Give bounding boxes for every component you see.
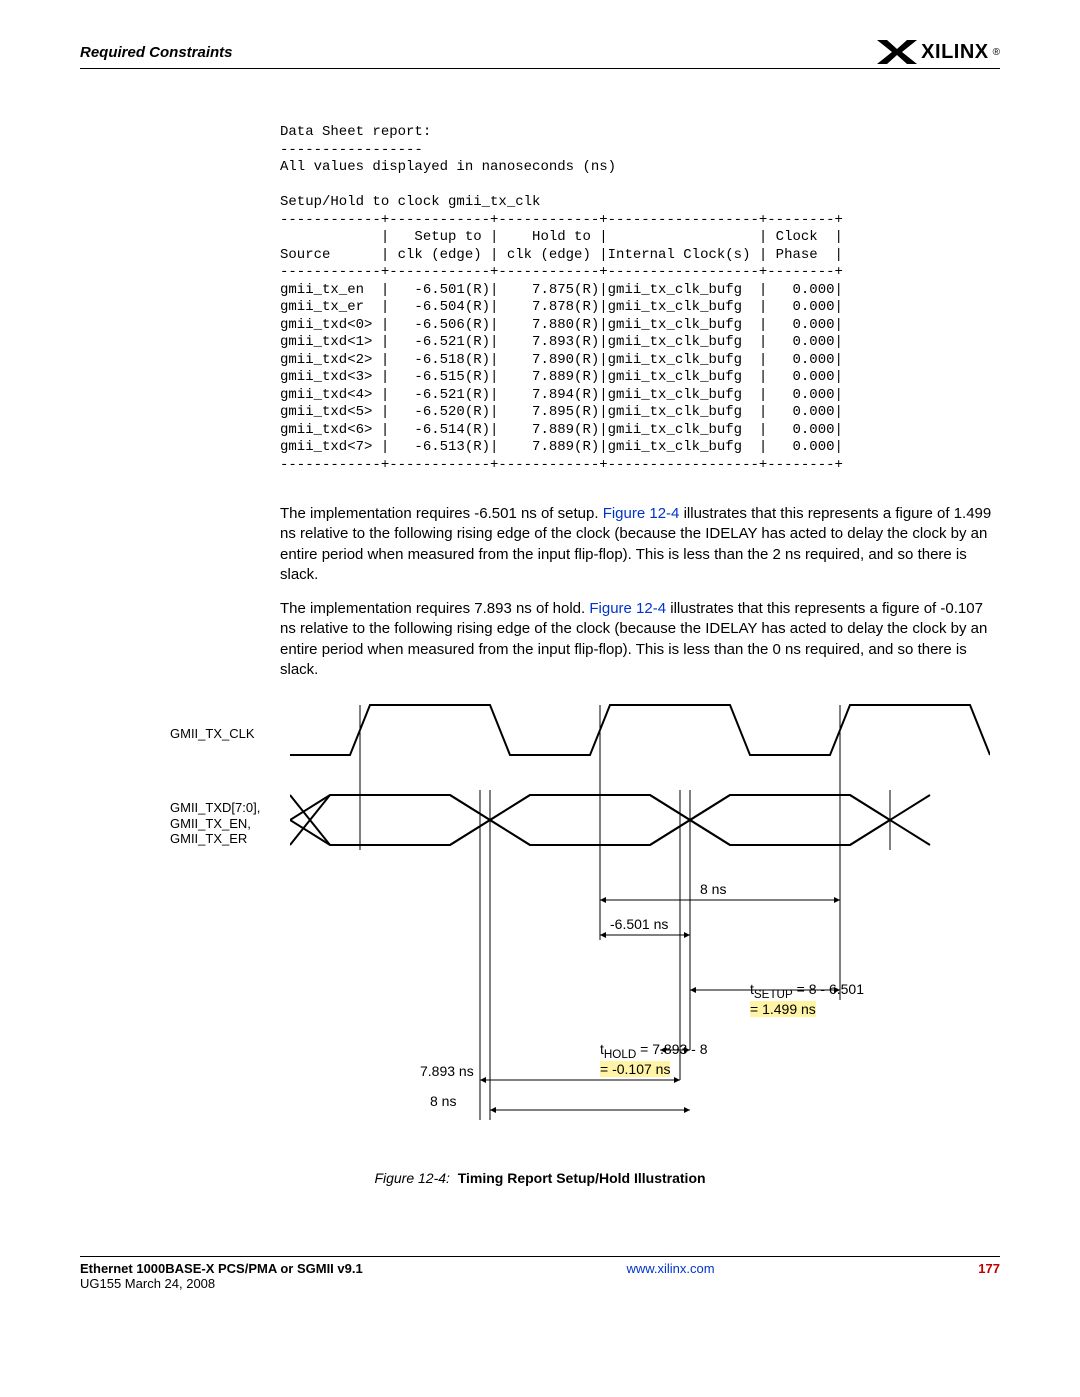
- xilinx-logo: XILINX ®: [877, 40, 1000, 64]
- label-minus6501: -6.501 ns: [610, 916, 668, 932]
- label-thold: tHOLD = 7.893 - 8 = -0.107 ns: [600, 1041, 708, 1077]
- page-header: Required Constraints XILINX ®: [80, 40, 1000, 69]
- table-row: gmii_tx_en | -6.501(R)| 7.875(R)|gmii_tx…: [280, 282, 843, 298]
- figure-link[interactable]: Figure 12-4: [603, 505, 680, 522]
- footer-left: Ethernet 1000BASE-X PCS/PMA or SGMII v9.…: [80, 1261, 363, 1291]
- label-8ns-top: 8 ns: [700, 881, 726, 897]
- table-row: gmii_txd<6> | -6.514(R)| 7.889(R)|gmii_t…: [280, 422, 843, 438]
- table-row: gmii_tx_er | -6.504(R)| 7.878(R)|gmii_tx…: [280, 299, 843, 315]
- page-number: 177: [978, 1261, 1000, 1276]
- label-7893: 7.893 ns: [420, 1063, 474, 1079]
- clk-label: GMII_TX_CLK: [170, 726, 255, 742]
- table-row: gmii_txd<1> | -6.521(R)| 7.893(R)|gmii_t…: [280, 334, 843, 350]
- section-title: Required Constraints: [80, 44, 233, 61]
- table-row: gmii_txd<5> | -6.520(R)| 7.895(R)|gmii_t…: [280, 404, 843, 420]
- paragraph: The implementation requires 7.893 ns of …: [280, 599, 1000, 680]
- table-row: gmii_txd<0> | -6.506(R)| 7.880(R)|gmii_t…: [280, 317, 843, 333]
- logo-text: XILINX: [921, 41, 988, 64]
- registered-icon: ®: [993, 47, 1000, 58]
- label-tsetup: tSETUP = 8 - 6.501 = 1.499 ns: [750, 981, 864, 1017]
- table-row: gmii_txd<3> | -6.515(R)| 7.889(R)|gmii_t…: [280, 369, 843, 385]
- paragraph: The implementation requires -6.501 ns of…: [280, 504, 1000, 585]
- data-label: GMII_TXD[7:0], GMII_TX_EN, GMII_TX_ER: [170, 800, 260, 847]
- figure-link[interactable]: Figure 12-4: [589, 600, 666, 617]
- data-sheet-report: Data Sheet report: ----------------- All…: [280, 124, 1000, 474]
- table-row: gmii_txd<7> | -6.513(R)| 7.889(R)|gmii_t…: [280, 439, 843, 455]
- footer-link[interactable]: www.xilinx.com: [626, 1261, 714, 1276]
- table-row: gmii_txd<4> | -6.521(R)| 7.894(R)|gmii_t…: [280, 387, 843, 403]
- figure-caption: Figure 12-4: Timing Report Setup/Hold Il…: [80, 1170, 1000, 1186]
- page-footer: Ethernet 1000BASE-X PCS/PMA or SGMII v9.…: [80, 1256, 1000, 1291]
- xilinx-x-icon: [877, 40, 917, 64]
- figure-12-4: GMII_TX_CLK GMII_TXD[7:0], GMII_TX_EN, G…: [170, 700, 1000, 1160]
- label-8ns-bot: 8 ns: [430, 1093, 456, 1109]
- table-row: gmii_txd<2> | -6.518(R)| 7.890(R)|gmii_t…: [280, 352, 843, 368]
